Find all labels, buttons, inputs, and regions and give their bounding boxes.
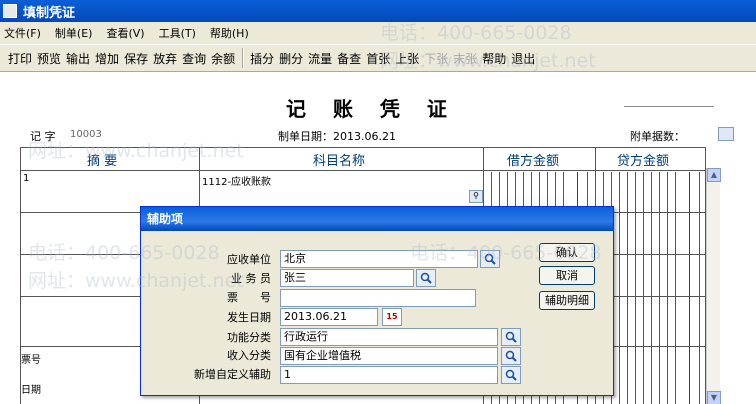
menu-file[interactable]: 文件(F) xyxy=(4,25,41,41)
income-class-label: 收入分类 xyxy=(227,349,271,362)
custom-aux-search-icon[interactable] xyxy=(501,366,521,384)
first-button[interactable]: 首张 xyxy=(366,50,390,67)
income-class-field[interactable]: 国有企业增值税 xyxy=(280,347,498,365)
menu-tools[interactable]: 工具(T) xyxy=(159,25,196,41)
cancel-button[interactable]: 取消 xyxy=(539,266,595,285)
preview-button[interactable]: 预览 xyxy=(37,50,61,67)
receivable-unit-label: 应收单位 xyxy=(227,253,271,266)
balance-button[interactable]: 余额 xyxy=(211,50,235,67)
occurrence-date-label: 发生日期 xyxy=(227,311,271,324)
voucher-type-label: 记 字 xyxy=(30,130,56,143)
column-credit: 贷方金额 xyxy=(617,154,670,169)
voucher-date: 制单日期：2013.06.21 xyxy=(278,130,396,143)
salesperson-field[interactable]: 张三 xyxy=(280,269,414,287)
column-account: 科目名称 xyxy=(313,154,366,169)
scroll-down-icon[interactable]: ▼ xyxy=(707,391,721,404)
menu-bar: 文件(F) 制单(E) 查看(V) 工具(T) 帮助(H) xyxy=(0,22,756,44)
window-title: 填制凭证 xyxy=(23,5,76,21)
salesperson-label: 业 务 员 xyxy=(231,272,271,285)
toolbar-separator xyxy=(242,48,245,68)
toolbar: 打印 预览 输出 增加 保存 放弃 查询 余额 插分 删分 流量 备查 首张 上… xyxy=(0,44,756,72)
custom-aux-label: 新增自定义辅助 xyxy=(194,368,271,381)
attachment-lookup-icon[interactable] xyxy=(718,127,734,141)
income-class-search-icon[interactable] xyxy=(501,347,521,365)
voucher-number[interactable]: 10003 xyxy=(70,129,102,140)
dialog-title: 辅助项 xyxy=(141,207,613,231)
last-button[interactable]: 末张 xyxy=(453,50,477,67)
account-lookup-icon[interactable]: ⚲ xyxy=(469,190,483,203)
ticket-number-field-label: 票 号 xyxy=(227,291,271,304)
ticket-date-label: 日期 xyxy=(21,385,41,396)
menu-view[interactable]: 查看(V) xyxy=(106,25,144,41)
aux-detail-button[interactable]: 辅助明细 xyxy=(539,291,595,310)
function-class-field[interactable]: 行政运行 xyxy=(280,328,498,346)
row1-summary[interactable]: 1 xyxy=(23,173,29,184)
custom-aux-field[interactable]: 1 xyxy=(280,366,498,384)
title-bar: 填制凭证 xyxy=(0,0,756,22)
memo-button[interactable]: 备查 xyxy=(337,50,361,67)
salesperson-search-icon[interactable] xyxy=(416,269,436,287)
discard-button[interactable]: 放弃 xyxy=(153,50,177,67)
export-button[interactable]: 输出 xyxy=(66,50,90,67)
voucher-title: 记 账 凭 证 xyxy=(286,97,457,121)
ticket-number-label: 票号 xyxy=(21,355,41,366)
add-button[interactable]: 增加 xyxy=(95,50,119,67)
vertical-scrollbar[interactable]: ▲ ▼ xyxy=(706,168,721,404)
exit-button[interactable]: 退出 xyxy=(511,50,535,67)
cashflow-button[interactable]: 流量 xyxy=(308,50,332,67)
auxiliary-dialog: 辅助项 应收单位 北京 业 务 员 张三 票 号 发生日期 2013.06.21… xyxy=(140,206,614,396)
occurrence-date-field[interactable]: 2013.06.21 xyxy=(280,308,378,326)
function-class-search-icon[interactable] xyxy=(501,328,521,346)
column-debit: 借方金额 xyxy=(507,154,560,169)
menu-voucher[interactable]: 制单(E) xyxy=(55,25,93,41)
query-button[interactable]: 查询 xyxy=(182,50,206,67)
app-icon xyxy=(3,4,17,18)
header-divider xyxy=(624,106,714,107)
print-button[interactable]: 打印 xyxy=(8,50,32,67)
ticket-number-field[interactable] xyxy=(280,289,476,307)
column-summary: 摘 要 xyxy=(87,154,118,169)
calendar-icon[interactable]: 15 xyxy=(382,308,402,326)
receivable-unit-field[interactable]: 北京 xyxy=(280,250,478,268)
insert-entry-button[interactable]: 插分 xyxy=(250,50,274,67)
help-button[interactable]: 帮助 xyxy=(482,50,506,67)
confirm-button[interactable]: 确认 xyxy=(539,243,595,262)
row1-account[interactable]: 1112-应收账款 xyxy=(202,173,271,188)
next-button[interactable]: 下张 xyxy=(424,50,448,67)
attachment-count-label: 附单据数： xyxy=(630,130,685,143)
save-button[interactable]: 保存 xyxy=(124,50,148,67)
previous-button[interactable]: 上张 xyxy=(395,50,419,67)
receivable-unit-search-icon[interactable] xyxy=(480,250,500,268)
scroll-up-icon[interactable]: ▲ xyxy=(707,168,721,182)
menu-help[interactable]: 帮助(H) xyxy=(210,25,249,41)
delete-entry-button[interactable]: 删分 xyxy=(279,50,303,67)
function-class-label: 功能分类 xyxy=(227,331,271,344)
